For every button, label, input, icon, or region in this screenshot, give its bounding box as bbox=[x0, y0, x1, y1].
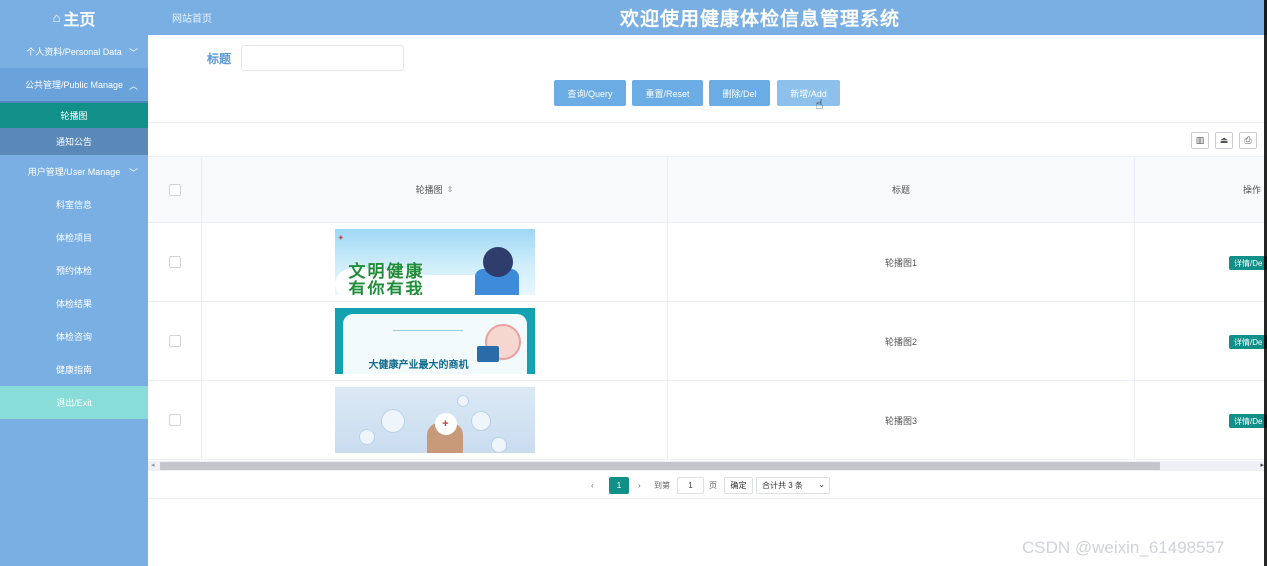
tablet-shape bbox=[476, 346, 499, 362]
home-link[interactable]: ⌂ 主页 bbox=[0, 0, 148, 35]
goto-prefix: 到第 bbox=[654, 481, 670, 490]
bubble-shape bbox=[470, 411, 491, 431]
print-icon[interactable]: ⎙ bbox=[1239, 132, 1257, 149]
query-button[interactable]: 查询/Query bbox=[554, 80, 626, 106]
banner-image[interactable]: + bbox=[334, 387, 535, 453]
table-row: ◈ 文明健康 有你有我 轮播图1 详情/De bbox=[148, 223, 1267, 302]
image-cell: + bbox=[202, 381, 668, 459]
current-page[interactable]: 1 bbox=[609, 477, 629, 494]
image-cell: 大健康产业最大的商机 bbox=[202, 302, 668, 380]
sidebar: 个人资料/Personal Data ﹀ 公共管理/Public Manage … bbox=[0, 35, 148, 566]
header-title: 标题 bbox=[668, 157, 1135, 222]
row-checkbox[interactable] bbox=[168, 256, 181, 268]
row-checkbox-cell bbox=[148, 223, 202, 301]
bubble-shape bbox=[490, 437, 507, 453]
sidebar-item-public-manage[interactable]: 公共管理/Public Manage ︿ bbox=[0, 68, 148, 101]
confirm-button[interactable]: 确定 bbox=[724, 477, 753, 494]
sidebar-item-carousel[interactable]: 轮播图 bbox=[0, 101, 148, 128]
next-page-button[interactable]: › bbox=[638, 477, 641, 494]
table-row: 大健康产业最大的商机 轮播图2 详情/De bbox=[148, 302, 1267, 381]
sidebar-item-consult[interactable]: 体检咨询 bbox=[0, 320, 148, 353]
title-cell: 轮播图2 bbox=[668, 302, 1135, 380]
banner-image[interactable]: ◈ 文明健康 有你有我 bbox=[334, 229, 535, 295]
detail-button[interactable]: 详情/De bbox=[1229, 335, 1267, 349]
top-header: ⌂ 主页 网站首页 欢迎使用健康体检信息管理系统 bbox=[0, 0, 1267, 35]
sidebar-item-label: 公共管理/Public Manage bbox=[24, 80, 124, 90]
header-image-label: 轮播图 bbox=[415, 185, 443, 195]
goto-page-input[interactable]: 1 bbox=[677, 477, 704, 494]
detail-button[interactable]: 详情/De bbox=[1229, 414, 1267, 428]
sidebar-item-user-manage[interactable]: 用户管理/User Manage ﹀ bbox=[0, 155, 148, 188]
reset-button[interactable]: 重置/Reset bbox=[632, 80, 703, 106]
sidebar-item-personal-data[interactable]: 个人资料/Personal Data ﹀ bbox=[0, 35, 148, 68]
home-icon: ⌂ bbox=[52, 10, 61, 25]
sort-icon[interactable]: ⇕ bbox=[447, 185, 454, 194]
prev-page-button[interactable]: ‹ bbox=[591, 477, 594, 494]
total-label: 合计共 3 条 bbox=[762, 481, 803, 490]
delete-button[interactable]: 删除/Del bbox=[709, 80, 770, 106]
title-cell: 轮播图1 bbox=[668, 223, 1135, 301]
sidebar-item-exit[interactable]: 退出/Exit bbox=[0, 386, 148, 419]
data-table: 轮播图 ⇕ 标题 操作 ◈ 文明健康 有你有我 轮播图1 详情/De 大健康产业… bbox=[148, 156, 1267, 460]
title-cell: 轮播图3 bbox=[668, 381, 1135, 459]
header-checkbox-cell bbox=[148, 157, 202, 222]
header-actions: 操作 bbox=[1242, 185, 1261, 195]
actions-cell: 详情/De bbox=[1135, 223, 1267, 301]
banner-image[interactable]: 大健康产业最大的商机 bbox=[334, 308, 535, 374]
header-image[interactable]: 轮播图 ⇕ bbox=[202, 157, 668, 222]
actions-cell: 详情/De bbox=[1135, 381, 1267, 459]
add-button[interactable]: 新增/Add bbox=[777, 80, 840, 106]
medical-cross-icon: + bbox=[434, 413, 457, 435]
title-label: 标题 bbox=[207, 52, 232, 66]
divider bbox=[148, 498, 1267, 499]
table-header: 轮播图 ⇕ 标题 操作 bbox=[148, 156, 1267, 223]
bubble-shape bbox=[380, 409, 405, 433]
actions-cell: 详情/De bbox=[1135, 302, 1267, 380]
image-cell: ◈ 文明健康 有你有我 bbox=[202, 223, 668, 301]
scrollbar-thumb[interactable] bbox=[160, 462, 1160, 470]
banner-text: 大健康产业最大的商机 bbox=[368, 360, 469, 371]
sidebar-item-exam-items[interactable]: 体检项目 bbox=[0, 221, 148, 254]
row-checkbox[interactable] bbox=[168, 414, 181, 426]
bubble-shape bbox=[456, 395, 469, 407]
sidebar-item-notice[interactable]: 通知公告 bbox=[0, 128, 148, 155]
sidebar-item-label: 个人资料/Personal Data bbox=[26, 47, 122, 57]
chevron-down-icon: ﹀ bbox=[128, 48, 138, 58]
breadcrumb[interactable]: 网站首页 bbox=[172, 10, 212, 25]
select-all-checkbox[interactable] bbox=[168, 183, 181, 196]
scroll-left-icon[interactable]: ◂ bbox=[151, 461, 155, 469]
horizontal-scrollbar[interactable]: ◂ ▸ bbox=[148, 461, 1267, 471]
row-checkbox-cell bbox=[148, 381, 202, 459]
goto-suffix: 页 bbox=[709, 481, 717, 490]
row-checkbox[interactable] bbox=[168, 335, 181, 347]
home-label: 主页 bbox=[63, 11, 96, 29]
bubble-shape bbox=[358, 429, 375, 445]
figure-head bbox=[482, 247, 513, 277]
total-select[interactable]: 合计共 3 条 ⌄ bbox=[756, 477, 830, 494]
columns-icon[interactable]: ▥ bbox=[1191, 132, 1209, 149]
sidebar-item-label: 用户管理/User Manage bbox=[27, 167, 121, 177]
chevron-up-icon: ︿ bbox=[128, 81, 138, 91]
sidebar-item-results[interactable]: 体检结果 bbox=[0, 287, 148, 320]
pointer-cursor-icon: ☝ bbox=[815, 96, 824, 112]
heartbeat-line bbox=[392, 330, 463, 331]
system-title: 欢迎使用健康体检信息管理系统 bbox=[619, 9, 900, 30]
table-row: + 轮播图3 详情/De bbox=[148, 381, 1267, 460]
chevron-down-icon: ⌄ bbox=[818, 480, 825, 489]
banner-logo: ◈ bbox=[338, 235, 344, 241]
chevron-down-icon: ﹀ bbox=[128, 168, 138, 178]
divider bbox=[148, 122, 1267, 123]
row-checkbox-cell bbox=[148, 302, 202, 380]
banner-text: 有你有我 bbox=[348, 280, 425, 295]
detail-button[interactable]: 详情/De bbox=[1229, 256, 1267, 270]
sidebar-item-health-guide[interactable]: 健康指南 bbox=[0, 353, 148, 386]
title-search-input[interactable] bbox=[241, 45, 404, 71]
watermark: CSDN @weixin_61498557 bbox=[1022, 538, 1225, 557]
sidebar-item-department[interactable]: 科室信息 bbox=[0, 188, 148, 221]
export-icon[interactable]: ⏏ bbox=[1215, 132, 1233, 149]
sidebar-item-booking[interactable]: 预约体检 bbox=[0, 254, 148, 287]
